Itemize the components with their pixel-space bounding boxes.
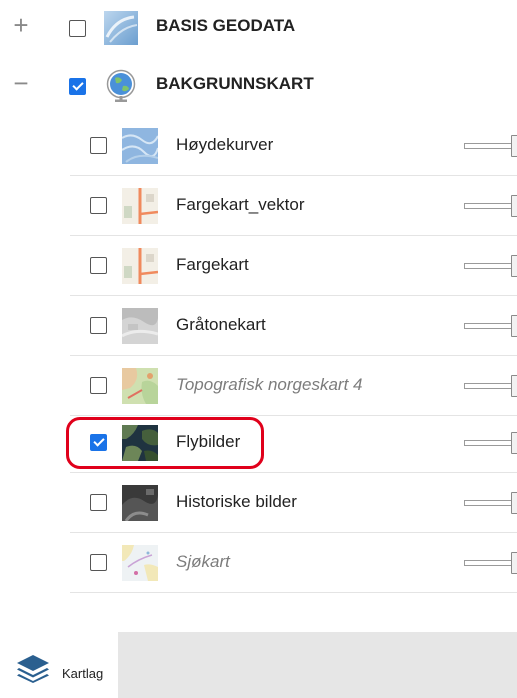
layer-row-fargekart-vektor: Fargekart_vektor [70, 176, 517, 236]
group-label: BAKGRUNNSKART [156, 74, 314, 93]
layer-checkbox[interactable] [90, 137, 107, 154]
opacity-slider-track[interactable] [464, 500, 514, 506]
layer-label: Fargekart [176, 255, 249, 274]
layer-row-sjokart: Sjøkart [70, 533, 517, 593]
group-basis-geodata: + BASIS GEODATA [0, 0, 517, 56]
opacity-slider-track[interactable] [464, 440, 514, 446]
layer-row-hoydekurver: Høydekurver [70, 116, 517, 176]
layer-row-gratonekart: Gråtonekart [70, 296, 517, 356]
layer-row-topografisk: Topografisk norgeskart 4 [70, 356, 517, 416]
layer-label: Sjøkart [176, 552, 230, 571]
historiske-bilder-thumb-icon [122, 485, 158, 521]
layer-label: Historiske bilder [176, 492, 297, 511]
layers-icon [17, 655, 49, 683]
layer-label: Gråtonekart [176, 315, 266, 334]
layer-label: Høydekurver [176, 135, 274, 154]
layer-checkbox[interactable] [90, 377, 107, 394]
opacity-slider-handle[interactable] [511, 492, 517, 514]
layer-row-fargekart: Fargekart [70, 236, 517, 296]
opacity-slider-handle[interactable] [511, 375, 517, 397]
expand-icon[interactable]: + [10, 12, 32, 38]
flybilder-highlight-annotation [66, 417, 264, 469]
fargekart-vektor-thumb-icon [122, 188, 158, 224]
group-bakgrunnskart: − BAKGRUNNSKART [0, 58, 517, 114]
opacity-slider-track[interactable] [464, 383, 514, 389]
globe-icon [106, 69, 136, 102]
basis-geodata-checkbox[interactable] [69, 20, 86, 37]
hoydekurver-thumb-icon [122, 128, 158, 164]
kartlag-button[interactable]: Kartlag [0, 632, 118, 698]
opacity-slider-handle[interactable] [511, 315, 517, 337]
bakgrunnskart-checkbox[interactable] [69, 78, 86, 95]
collapse-icon[interactable]: − [10, 70, 32, 96]
layer-checkbox[interactable] [90, 554, 107, 571]
basis-geodata-thumb-icon [104, 11, 138, 45]
layer-checkbox[interactable] [90, 197, 107, 214]
topografisk-thumb-icon [122, 368, 158, 404]
layer-label: Fargekart_vektor [176, 195, 305, 214]
bottom-panel-area [118, 632, 517, 698]
opacity-slider-track[interactable] [464, 263, 514, 269]
opacity-slider-handle[interactable] [511, 552, 517, 574]
layer-checkbox[interactable] [90, 257, 107, 274]
opacity-slider-track[interactable] [464, 560, 514, 566]
layer-checkbox[interactable] [90, 494, 107, 511]
sjokart-thumb-icon [122, 545, 158, 581]
opacity-slider-handle[interactable] [511, 135, 517, 157]
opacity-slider-track[interactable] [464, 143, 514, 149]
opacity-slider-handle[interactable] [511, 432, 517, 454]
kartlag-label: Kartlag [62, 666, 104, 681]
layer-row-historiske-bilder: Historiske bilder [70, 473, 517, 533]
gratonekart-thumb-icon [122, 308, 158, 344]
layer-checkbox[interactable] [90, 317, 107, 334]
layer-label: Topografisk norgeskart 4 [176, 375, 363, 394]
opacity-slider-handle[interactable] [511, 195, 517, 217]
opacity-slider-track[interactable] [464, 203, 514, 209]
opacity-slider-track[interactable] [464, 323, 514, 329]
fargekart-thumb-icon [122, 248, 158, 284]
opacity-slider-handle[interactable] [511, 255, 517, 277]
group-label: BASIS GEODATA [156, 16, 296, 35]
